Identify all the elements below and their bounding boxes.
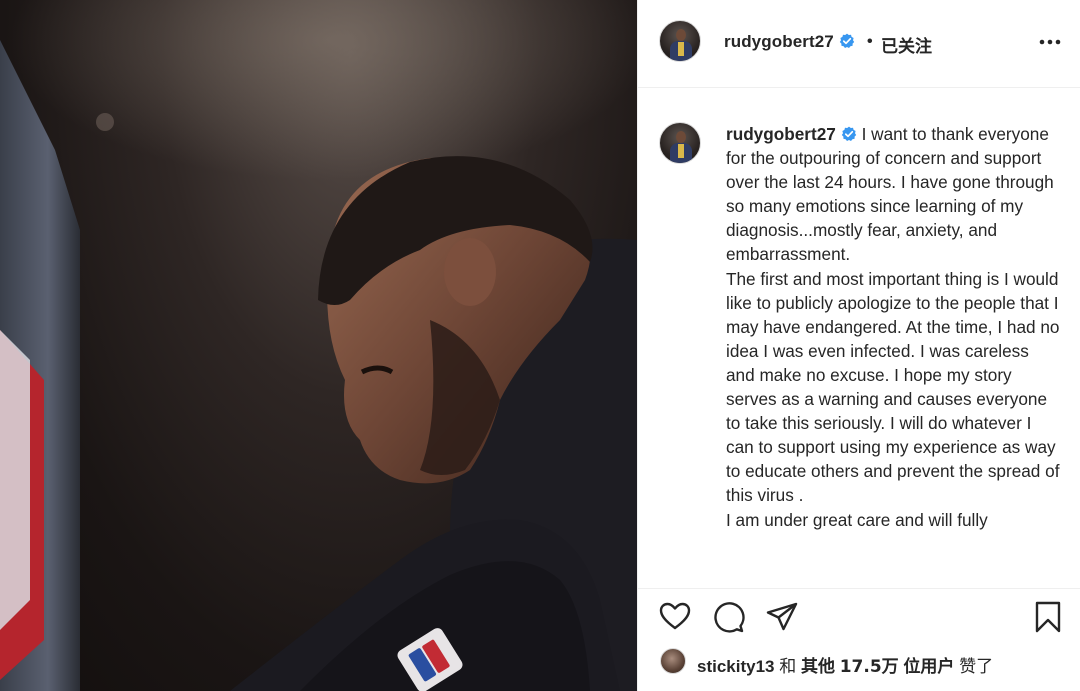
likes-summary: stickity13 和 其他 17.5万 位用户 赞了 (638, 638, 1080, 691)
caption-paragraph-3: I am under great care and will fully (726, 509, 988, 530)
username-text: rudygobert27 (724, 32, 834, 51)
separator-dot: • (867, 33, 873, 50)
post-header: rudygobert27 • 已关注 (638, 0, 1080, 88)
caption-username[interactable]: rudygobert27 (726, 124, 836, 144)
share-icon[interactable] (765, 600, 799, 634)
comments-scroll-area[interactable]: rudygobert27 I want to thank everyone fo… (638, 89, 1080, 587)
verified-badge-icon (841, 126, 857, 141)
post-photo[interactable] (0, 0, 637, 691)
comment-icon[interactable] (711, 600, 745, 634)
liker-avatar[interactable] (660, 648, 686, 674)
avatar[interactable] (659, 20, 701, 62)
post-photo-illustration (0, 0, 637, 691)
verified-badge-icon (839, 33, 855, 48)
likes-and: 和 (779, 657, 797, 677)
likes-units[interactable]: 位用户 (903, 657, 954, 677)
post-caption: rudygobert27 I want to thank everyone fo… (726, 122, 1062, 532)
likes-text: stickity13 和 其他 17.5万 位用户 赞了 (697, 652, 993, 677)
username-link[interactable]: rudygobert27 (724, 32, 855, 52)
caption-avatar[interactable] (659, 122, 701, 164)
post-actions-bar (638, 588, 1080, 638)
liker-username[interactable]: stickity13 (697, 657, 775, 676)
heart-icon[interactable] (658, 600, 692, 634)
follow-button[interactable]: 已关注 (881, 32, 932, 57)
post-side-panel: rudygobert27 • 已关注 rudygobert27 I want t… (637, 0, 1080, 691)
likes-count[interactable]: 17.5万 (840, 657, 899, 677)
bookmark-icon[interactable] (1031, 600, 1065, 634)
more-options-icon[interactable] (1036, 30, 1064, 54)
caption-paragraph-1: I want to thank everyone for the outpour… (726, 124, 1054, 265)
likes-others[interactable]: 其他 (801, 657, 835, 677)
likes-liked: 赞了 (959, 657, 994, 677)
caption-paragraph-2: The first and most important thing is I … (726, 268, 1060, 506)
